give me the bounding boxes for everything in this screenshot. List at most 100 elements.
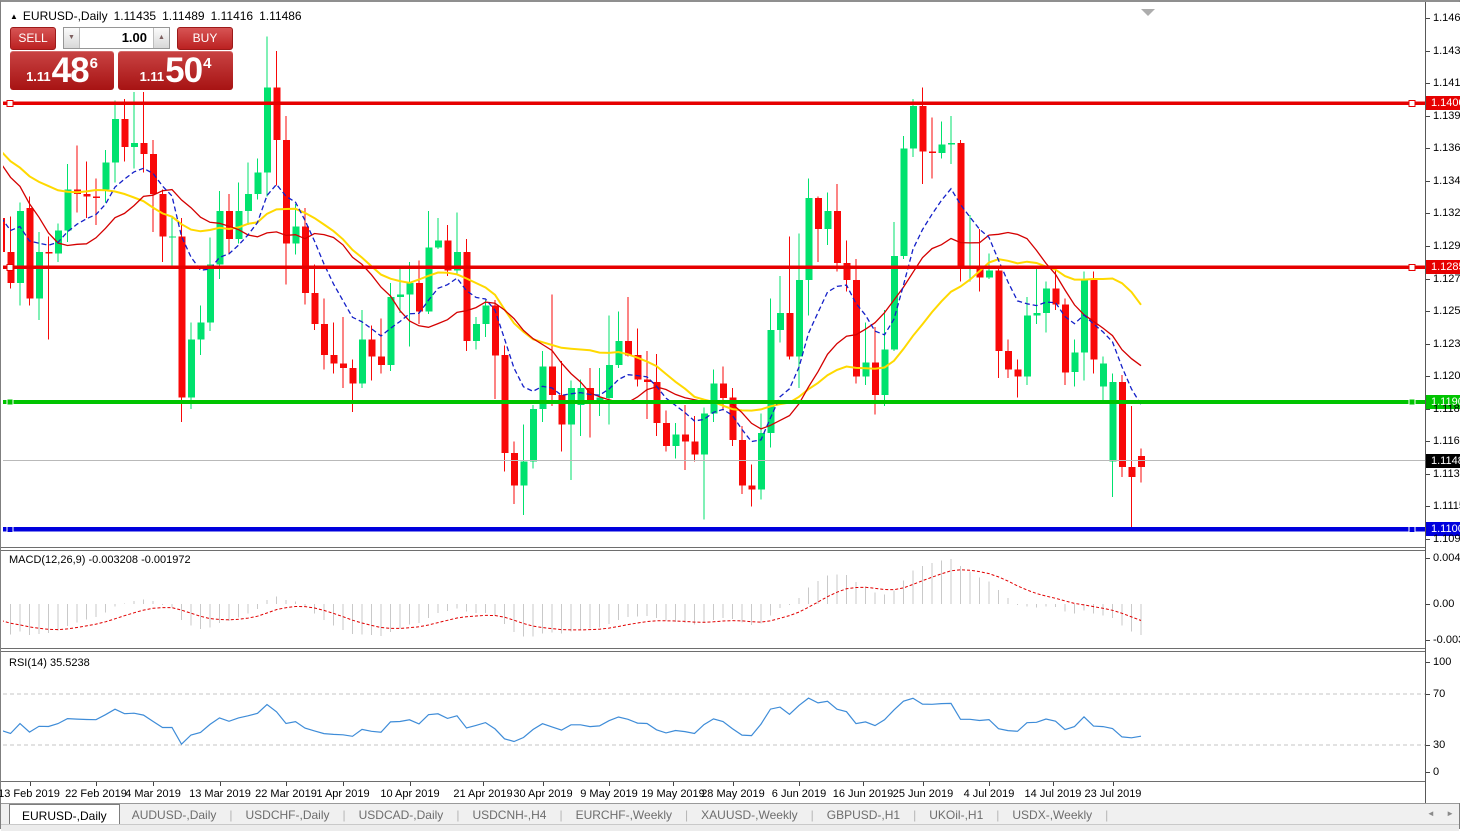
price-axis-label: 1.12995 bbox=[1426, 240, 1460, 253]
time-axis-label: 13 Feb 2019 bbox=[0, 788, 66, 800]
rsi-axis-label: 30 bbox=[1426, 739, 1460, 752]
time-axis-tick bbox=[153, 782, 154, 786]
time-axis-tick bbox=[30, 782, 31, 786]
time-axis-tick bbox=[483, 782, 484, 786]
buy-price-button[interactable]: 1.11 50 4 bbox=[118, 51, 233, 90]
time-axis-tick bbox=[286, 782, 287, 786]
rsi-label: RSI(14) 35.5238 bbox=[9, 657, 90, 669]
time-axis-tick bbox=[1053, 782, 1054, 786]
chart-tab-usdcnh-h4[interactable]: USDCNH-,H4 bbox=[460, 804, 558, 824]
chart-tab-gbpusd-h1[interactable]: GBPUSD-,H1 bbox=[815, 804, 912, 824]
macd-label: MACD(12,26,9) -0.003208 -0.001972 bbox=[9, 554, 191, 566]
chart-tab-eurchf-weekly[interactable]: EURCHF-,Weekly bbox=[564, 804, 684, 824]
collapse-panel-icon[interactable]: ▲ bbox=[10, 12, 18, 21]
rsi-panel[interactable] bbox=[3, 653, 1425, 781]
ask-prefix: 1.11 bbox=[140, 69, 165, 84]
chart-tab-usdchf-daily[interactable]: USDCHF-,Daily bbox=[234, 804, 342, 824]
volume-decrease-icon[interactable]: ▼ bbox=[64, 28, 80, 48]
price-axis-label: 1.10925 bbox=[1426, 533, 1460, 546]
chart-window: MACD(12,26,9) -0.003208 -0.001972 RSI(14… bbox=[0, 0, 1460, 829]
price-axis-label: 1.11385 bbox=[1426, 468, 1460, 481]
level-price-tag: 1.14009 bbox=[1426, 96, 1460, 110]
time-axis-label: 4 Mar 2019 bbox=[116, 788, 190, 800]
price-axis-label: 1.11845 bbox=[1426, 403, 1460, 416]
price-axis-label: 1.14145 bbox=[1426, 77, 1460, 90]
time-axis-tick bbox=[410, 782, 411, 786]
bid-big-digits: 48 bbox=[52, 55, 89, 87]
rsi-axis-label: 70 bbox=[1426, 688, 1460, 701]
ohlc-low: 1.11416 bbox=[211, 9, 254, 23]
status-strip bbox=[1, 824, 1459, 831]
time-axis-tick bbox=[609, 782, 610, 786]
volume-input[interactable]: 1.00 bbox=[80, 28, 153, 48]
time-axis-tick bbox=[799, 782, 800, 786]
time-axis-tick bbox=[220, 782, 221, 786]
time-axis-tick bbox=[863, 782, 864, 786]
buy-button[interactable]: BUY bbox=[177, 27, 233, 50]
macd-axis-label: 0.00 bbox=[1426, 598, 1460, 611]
price-axis-label: 1.13915 bbox=[1426, 110, 1460, 123]
time-axis-label: 30 Apr 2019 bbox=[506, 788, 580, 800]
time-axis-label: 25 Jun 2019 bbox=[886, 788, 960, 800]
time-axis-label: 10 Apr 2019 bbox=[373, 788, 447, 800]
time-axis-label: 4 Jul 2019 bbox=[952, 788, 1026, 800]
volume-stepper: ▼ 1.00 ▲ bbox=[63, 27, 170, 49]
time-axis-label: 13 Mar 2019 bbox=[183, 788, 257, 800]
time-axis-tick bbox=[1113, 782, 1114, 786]
price-axis-label: 1.13455 bbox=[1426, 175, 1460, 188]
bid-pip-digit: 6 bbox=[90, 55, 98, 72]
tab-scroll-arrows: ◄ ► bbox=[1418, 809, 1454, 818]
ohlc-close: 1.11486 bbox=[259, 9, 302, 23]
ask-big-digits: 50 bbox=[165, 55, 202, 87]
chart-tab-xauusd-weekly[interactable]: XAUUSD-,Weekly bbox=[689, 804, 809, 824]
price-axis-label: 1.13685 bbox=[1426, 142, 1460, 155]
panel-splitter[interactable] bbox=[1, 648, 1459, 652]
time-axis-tick bbox=[96, 782, 97, 786]
price-axis-label: 1.12535 bbox=[1426, 305, 1460, 318]
price-axis-label: 1.13225 bbox=[1426, 207, 1460, 220]
chart-tab-usdx-weekly[interactable]: USDX-,Weekly bbox=[1000, 804, 1104, 824]
rsi-axis-label: 100 bbox=[1426, 656, 1460, 669]
macd-panel[interactable] bbox=[3, 551, 1425, 648]
sell-button[interactable]: SELL bbox=[10, 27, 56, 50]
bid-prefix: 1.11 bbox=[26, 69, 51, 84]
time-axis-tick bbox=[343, 782, 344, 786]
price-axis-label: 1.11615 bbox=[1426, 435, 1460, 448]
chart-tab-eurusd-daily[interactable]: EURUSD-,Daily bbox=[9, 804, 120, 824]
sell-price-button[interactable]: 1.11 48 6 bbox=[10, 51, 114, 90]
time-axis-label: 9 May 2019 bbox=[572, 788, 646, 800]
macd-axis-label: -0.003715 bbox=[1426, 634, 1460, 647]
macd-axis-label: 0.004465 bbox=[1426, 552, 1460, 565]
tab-scroll-left-icon[interactable]: ◄ bbox=[1427, 809, 1435, 818]
ohlc-open: 1.11435 bbox=[114, 9, 157, 23]
price-axis[interactable]: 1.14605 1.14375 1.14145 1.140091.13915 1.136… bbox=[1425, 2, 1460, 803]
time-axis-tick bbox=[733, 782, 734, 786]
chart-tabs-bar: EURUSD-,DailyAUDUSD-,Daily | USDCHF-,Daily… bbox=[1, 803, 1459, 824]
chart-tab-audusd-daily[interactable]: AUDUSD-,Daily bbox=[120, 804, 229, 824]
time-axis-tick bbox=[923, 782, 924, 786]
volume-increase-icon[interactable]: ▲ bbox=[153, 28, 169, 48]
time-axis-label: 23 Jul 2019 bbox=[1076, 788, 1150, 800]
time-axis-tick bbox=[673, 782, 674, 786]
tab-separator: | bbox=[1104, 804, 1109, 824]
symbol-period-label: EURUSD-,Daily bbox=[23, 9, 108, 23]
time-axis-tick bbox=[989, 782, 990, 786]
current-price-tag: 1.11486 bbox=[1426, 454, 1460, 468]
time-axis[interactable]: 13 Feb 201922 Feb 20194 Mar 201913 Mar 2… bbox=[1, 782, 1425, 803]
price-axis-label: 1.12305 bbox=[1426, 338, 1460, 351]
chart-symbol-header: ▲EURUSD-,Daily1.114351.114891.114161.114… bbox=[10, 9, 302, 23]
price-axis-label: 1.12075 bbox=[1426, 370, 1460, 383]
time-axis-tick bbox=[543, 782, 544, 786]
time-axis-label: 1 Apr 2019 bbox=[306, 788, 380, 800]
tab-scroll-right-icon[interactable]: ► bbox=[1446, 809, 1454, 818]
chart-tab-ukoil-h1[interactable]: UKOil-,H1 bbox=[917, 804, 995, 824]
rsi-axis-label: 0 bbox=[1426, 766, 1460, 779]
time-axis-label: 6 Jun 2019 bbox=[762, 788, 836, 800]
price-axis-label: 1.12765 bbox=[1426, 273, 1460, 286]
price-axis-label: 1.14375 bbox=[1426, 45, 1460, 58]
price-axis-label: 1.14605 bbox=[1426, 12, 1460, 25]
level-price-tag: 1.12851 bbox=[1426, 260, 1460, 274]
chart-tab-usdcad-daily[interactable]: USDCAD-,Daily bbox=[347, 804, 456, 824]
time-axis-label: 28 May 2019 bbox=[696, 788, 770, 800]
one-click-trading-panel: SELL ▼ 1.00 ▲ BUY 1.11 48 6 1.11 50 4 bbox=[10, 27, 233, 90]
